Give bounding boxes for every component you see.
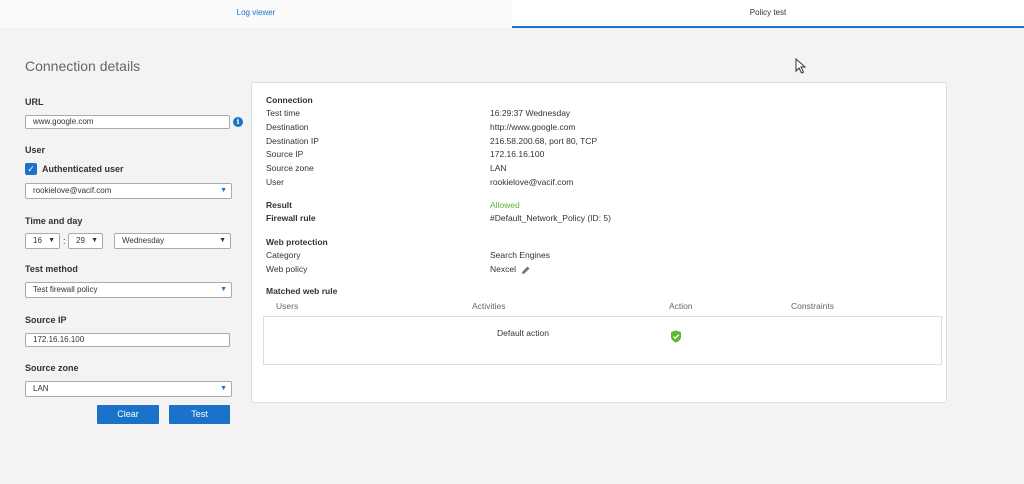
url-label: URL xyxy=(25,97,44,107)
day-value: Wednesday xyxy=(122,236,165,245)
connection-heading: Connection xyxy=(266,95,313,105)
row-value: LAN xyxy=(490,163,507,173)
info-icon[interactable]: i xyxy=(233,117,243,127)
source-ip-label: Source IP xyxy=(25,315,67,325)
cursor-icon xyxy=(795,58,807,74)
chevron-down-icon: ▼ xyxy=(91,237,98,244)
column-header-constraints: Constraints xyxy=(791,301,834,311)
chevron-down-icon: ▼ xyxy=(220,385,227,392)
source-zone-select[interactable]: LAN ▼ xyxy=(25,381,232,397)
result-panel: Connection Test time 16:29:37 Wednesday … xyxy=(251,82,947,403)
user-select-value: rookielove@vacif.com xyxy=(33,186,112,195)
web-policy-label: Web policy xyxy=(266,264,308,274)
edit-icon[interactable] xyxy=(521,265,531,275)
user-label: User xyxy=(25,145,46,155)
tab-bar: Log viewer Policy test xyxy=(0,0,1024,28)
web-policy-name: Nexcel xyxy=(490,264,516,274)
row-key: Test time xyxy=(266,108,301,118)
row-value: 172.16.16.100 xyxy=(490,149,545,159)
chevron-down-icon: ▼ xyxy=(219,237,226,244)
clear-button[interactable]: Clear xyxy=(97,405,159,424)
row-key: Source IP xyxy=(266,149,304,159)
test-method-label: Test method xyxy=(25,264,78,274)
user-select[interactable]: rookielove@vacif.com ▼ xyxy=(25,183,232,199)
minute-select[interactable]: 29 ▼ xyxy=(68,233,103,249)
source-zone-label: Source zone xyxy=(25,363,79,373)
row-key: Destination xyxy=(266,122,309,132)
firewall-rule-value: #Default_Network_Policy (ID: 5) xyxy=(490,213,611,223)
authenticated-user-checkbox[interactable]: ✓ xyxy=(25,163,37,175)
hour-select[interactable]: 16 ▼ xyxy=(25,233,60,249)
source-ip-input[interactable]: 172.16.16.100 xyxy=(25,333,230,347)
column-header-action: Action xyxy=(669,301,693,311)
column-header-users: Users xyxy=(276,301,299,311)
column-header-activities: Activities xyxy=(472,301,506,311)
page-title: Connection details xyxy=(25,58,141,74)
day-select[interactable]: Wednesday ▼ xyxy=(114,233,231,249)
matched-web-rule-heading: Matched web rule xyxy=(266,286,338,296)
row-value: 216.58.200.68, port 80, TCP xyxy=(490,136,598,146)
test-button[interactable]: Test xyxy=(169,405,230,424)
row-value: http://www.google.com xyxy=(490,122,576,132)
tab-log-viewer[interactable]: Log viewer xyxy=(0,0,512,28)
row-value: rookielove@vacif.com xyxy=(490,177,574,187)
authenticated-user-label: Authenticated user xyxy=(42,164,124,174)
row-value: 16:29:37 Wednesday xyxy=(490,108,571,118)
table-row: Default action xyxy=(263,316,942,365)
check-icon: ✓ xyxy=(27,164,35,174)
firewall-rule-label: Firewall rule xyxy=(266,213,316,223)
shield-check-icon xyxy=(671,330,681,343)
category-value: Search Engines xyxy=(490,250,551,260)
web-policy-value: Nexcel xyxy=(490,264,531,275)
time-and-day-label: Time and day xyxy=(25,216,83,226)
test-method-value: Test firewall policy xyxy=(33,285,98,294)
row-key: Destination IP xyxy=(266,136,319,146)
chevron-down-icon: ▼ xyxy=(48,237,55,244)
minute-value: 29 xyxy=(76,236,85,245)
activity-cell: Default action xyxy=(497,328,549,338)
chevron-down-icon: ▼ xyxy=(220,187,227,194)
status-badge: Allowed xyxy=(490,200,520,210)
time-separator: : xyxy=(63,236,66,246)
category-label: Category xyxy=(266,250,301,260)
hour-value: 16 xyxy=(33,236,42,245)
tab-policy-test[interactable]: Policy test xyxy=(512,0,1024,28)
web-protection-heading: Web protection xyxy=(266,237,328,247)
chevron-down-icon: ▼ xyxy=(220,286,227,293)
row-key: User xyxy=(266,177,284,187)
row-key: Source zone xyxy=(266,163,314,173)
source-zone-value: LAN xyxy=(33,384,49,393)
test-method-select[interactable]: Test firewall policy ▼ xyxy=(25,282,232,298)
result-label: Result xyxy=(266,200,292,210)
url-input[interactable]: www.google.com xyxy=(25,115,230,129)
